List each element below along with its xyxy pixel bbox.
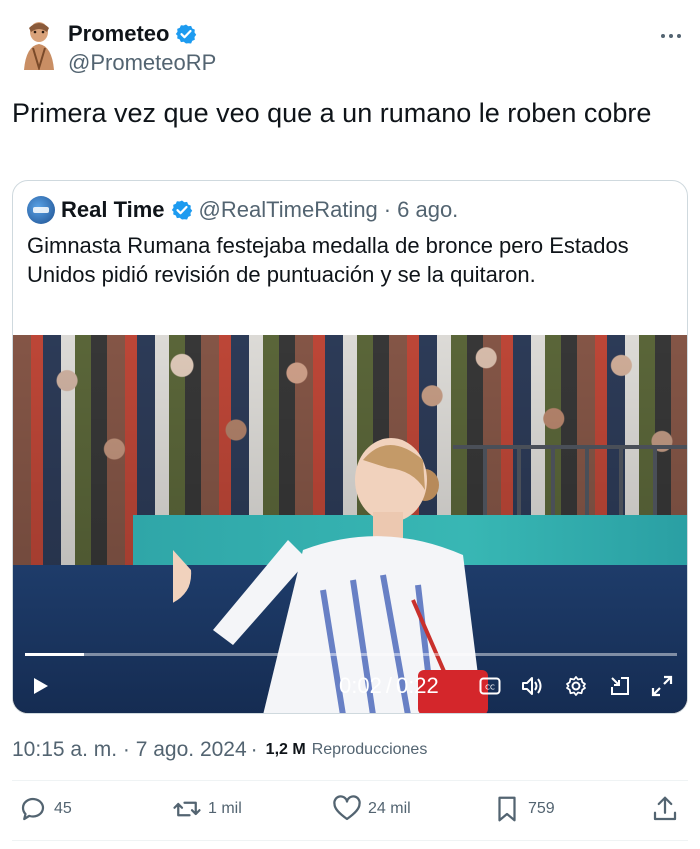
verified-badge-icon [171,200,192,220]
like-icon [333,795,361,821]
play-icon[interactable] [27,673,53,699]
svg-text:CC: CC [485,684,495,692]
reply-button[interactable]: 45 [18,794,72,824]
video-progress-fill [25,653,84,656]
quoted-tweet[interactable]: Real Time @RealTimeRating · 6 ago. Gimna… [12,180,688,714]
bookmark-icon [498,796,516,822]
author-name[interactable]: Prometeo [68,20,197,48]
video-time-separator: / [385,673,392,698]
like-button[interactable]: 24 mil [332,794,411,824]
share-icon [653,796,677,821]
divider [12,840,688,841]
quoted-date[interactable]: 6 ago. [397,197,458,223]
views-count: 1,2 M [265,741,306,758]
settings-icon[interactable] [563,673,589,699]
tweet-timestamp[interactable]: 10:15 a. m. · 7 ago. 2024 [12,738,247,762]
quoted-separator: · [383,197,392,222]
author-name-text[interactable]: Prometeo [68,20,169,48]
tweet-meta: 10:15 a. m. · 7 ago. 2024 · 1,2 M Reprod… [12,738,428,762]
reply-icon [21,797,45,821]
fullscreen-icon[interactable] [649,673,675,699]
volume-icon[interactable] [519,673,545,699]
repost-icon [173,801,201,817]
quoted-header: Real Time @RealTimeRating · 6 ago. [27,195,458,225]
author-avatar[interactable] [20,20,58,72]
bookmark-button[interactable]: 759 [492,794,555,824]
tweet-text: Primera vez que veo que a un rumano le r… [12,98,652,128]
quoted-handle[interactable]: @RealTimeRating [199,197,378,223]
divider [12,780,688,781]
repost-count: 1 mil [208,800,242,817]
share-button[interactable] [650,794,680,824]
dock-icon[interactable] [607,673,633,699]
video-controls: 0:02/0:22 CC [13,665,687,709]
action-bar: 45 1 mil 24 mil 759 [12,790,688,834]
views-label: Reproducciones [311,741,428,758]
repost-button[interactable]: 1 mil [172,794,242,824]
closed-captions-icon[interactable]: CC [477,673,503,699]
video-current-time: 0:02 [339,673,382,698]
video-progress[interactable] [25,653,677,656]
video-player[interactable]: 0:02/0:22 CC [13,335,687,713]
more-icon[interactable] [656,26,686,46]
reply-count: 45 [54,800,72,817]
video-duration: 0:22 [395,673,439,698]
video-time: 0:02/0:22 [339,673,439,699]
author-handle[interactable]: @PrometeoRP [68,48,216,78]
quoted-name[interactable]: Real Time [61,197,165,223]
quoted-text: Gimnasta Rumana festejaba medalla de bro… [27,233,629,287]
bookmark-count: 759 [528,800,555,817]
quoted-avatar[interactable] [27,196,55,224]
like-count: 24 mil [368,800,411,817]
tweet-header: Prometeo @PrometeoRP [14,16,686,80]
verified-badge-icon [176,24,197,44]
